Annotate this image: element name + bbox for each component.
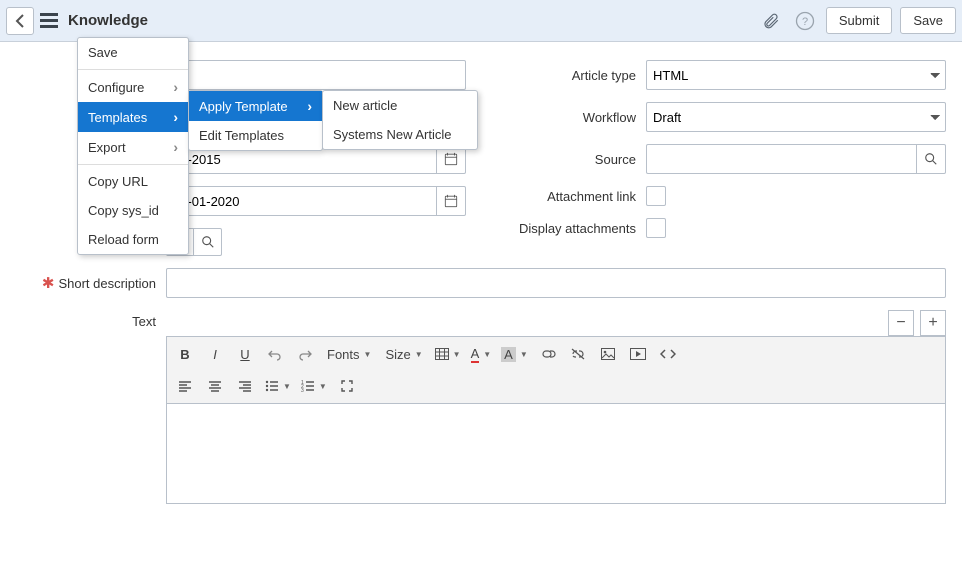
bullet-list-button[interactable] [261,373,295,399]
paperclip-icon [762,12,780,30]
back-button[interactable] [6,7,34,35]
expand-button[interactable]: + [920,310,946,336]
valid-to-datepicker[interactable] [437,186,466,216]
font-size-select[interactable]: Size [379,341,428,367]
context-menu: Save Configure Templates Export Copy URL… [77,37,189,255]
menu-copy-url[interactable]: Copy URL [78,167,188,196]
video-icon [630,348,646,360]
bold-button[interactable]: B [171,341,199,367]
align-center-button[interactable] [201,373,229,399]
editor-controls: − + [166,310,946,336]
templates-submenu: Apply Template Edit Templates [188,90,323,151]
workflow-label: Workflow [583,110,636,125]
source-code-button[interactable] [654,341,682,367]
align-right-button[interactable] [231,373,259,399]
form-header: Knowledge ? Submit Save [0,0,962,42]
number-list-icon: 123 [301,380,315,392]
align-right-icon [238,380,252,392]
menu-templates[interactable]: Templates [78,102,188,132]
calendar-icon [444,152,458,166]
article-type-label: Article type [572,68,636,83]
short-description-label: Short description [58,276,156,291]
unlink-button[interactable] [564,341,592,367]
link-icon [540,348,556,360]
apply-template-submenu: New article Systems New Article [322,90,478,150]
help-button[interactable]: ? [792,8,818,34]
bullet-list-icon [265,380,279,392]
menu-edit-templates[interactable]: Edit Templates [189,121,322,150]
svg-text:3: 3 [301,388,304,392]
menu-separator [78,164,188,165]
link-button[interactable] [534,341,562,367]
workflow-select[interactable]: Draft [646,102,946,132]
attachment-link-checkbox[interactable] [646,186,666,206]
submit-button[interactable]: Submit [826,7,892,34]
right-column: Article type HTML Workflow Draft Source … [496,60,946,268]
table-icon [435,348,449,360]
short-description-input[interactable] [166,268,946,298]
menu-save[interactable]: Save [78,38,188,67]
search-icon [924,152,938,166]
attachment-link-label: Attachment link [547,189,636,204]
hamburger-menu-button[interactable] [40,10,62,31]
required-marker: ✱ [42,274,55,292]
text-color-button[interactable]: A [467,341,496,367]
font-family-select[interactable]: Fonts [321,341,377,367]
underline-button[interactable]: U [231,341,259,367]
redo-icon [298,347,312,361]
valid-to-input[interactable] [166,186,437,216]
menu-copy-sysid[interactable]: Copy sys_id [78,196,188,225]
chevron-left-icon [15,14,25,28]
italic-button[interactable]: I [201,341,229,367]
field1-input[interactable] [166,60,466,90]
menu-separator [78,69,188,70]
align-center-icon [208,380,222,392]
bg-color-button[interactable]: A [497,341,532,367]
svg-text:?: ? [802,16,808,28]
calendar-icon [444,194,458,208]
menu-configure[interactable]: Configure [78,72,188,102]
source-label: Source [595,152,636,167]
redo-button[interactable] [291,341,319,367]
text-label: Text [132,314,156,329]
image-button[interactable] [594,341,622,367]
source-input[interactable] [646,144,917,174]
collapse-button[interactable]: − [888,310,914,336]
attachment-button[interactable] [758,8,784,34]
page-title: Knowledge [68,12,148,29]
save-button[interactable]: Save [900,7,956,34]
help-icon: ? [795,11,815,31]
undo-button[interactable] [261,341,289,367]
menu-apply-template[interactable]: Apply Template [189,91,322,121]
menu-systems-new-article[interactable]: Systems New Article [323,120,477,149]
display-attachments-checkbox[interactable] [646,218,666,238]
video-button[interactable] [624,341,652,367]
menu-reload-form[interactable]: Reload form [78,225,188,254]
number-list-button[interactable]: 123 [297,373,331,399]
code-icon [660,348,676,360]
fullscreen-icon [341,380,353,392]
menu-export[interactable]: Export [78,132,188,162]
unlink-icon [570,347,586,361]
editor-body[interactable] [166,404,946,504]
search-icon [201,235,215,249]
image-icon [601,348,615,360]
editor-toolbar: B I U Fonts Size A A [166,336,946,404]
align-left-button[interactable] [171,373,199,399]
image-lookup[interactable] [194,228,222,256]
fullscreen-button[interactable] [333,373,361,399]
article-type-select[interactable]: HTML [646,60,946,90]
source-lookup[interactable] [917,144,946,174]
menu-new-article[interactable]: New article [323,91,477,120]
align-left-icon [178,380,192,392]
display-attachments-label: Display attachments [519,221,636,236]
undo-icon [268,347,282,361]
table-button[interactable] [431,341,465,367]
